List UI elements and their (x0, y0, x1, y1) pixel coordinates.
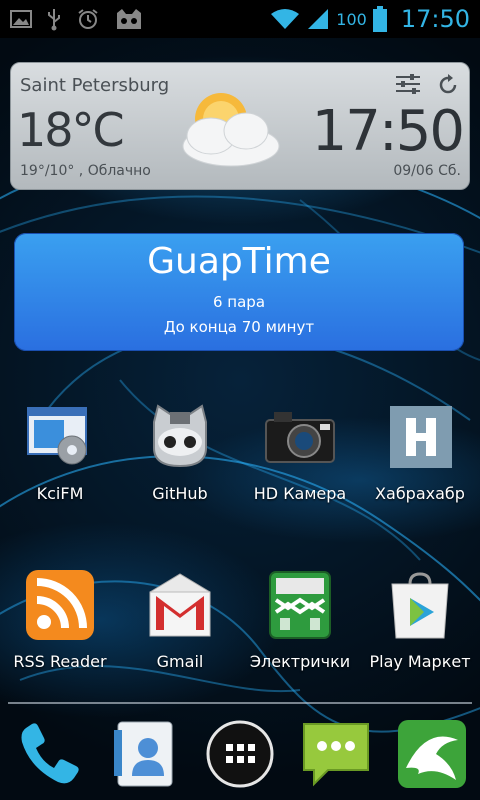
usb-icon (46, 7, 62, 31)
app-rss-reader[interactable]: RSS Reader (0, 570, 120, 671)
battery-percent: 100 (336, 9, 367, 29)
wifi-icon (270, 8, 300, 30)
weather-temperature: 18°C (17, 103, 125, 157)
weather-clock: 17:50 (311, 99, 465, 164)
app-label: HD Камера (253, 484, 347, 503)
signal-icon (306, 8, 330, 30)
app-label: RSS Reader (13, 652, 107, 671)
habrahabr-icon (384, 402, 456, 474)
app-label: GitHub (152, 484, 208, 503)
train-icon (264, 570, 336, 642)
github-octocat-icon (144, 402, 216, 474)
guaptime-widget[interactable]: GuapTime 6 пара До конца 70 минут (14, 233, 464, 351)
partly-cloudy-icon (161, 81, 291, 185)
contacts-icon[interactable] (110, 718, 182, 790)
app-label: Хабрахабр (375, 484, 465, 503)
status-bar: 100 17:50 (0, 0, 480, 38)
app-gmail[interactable]: Gmail (120, 570, 240, 671)
settings-sliders-icon[interactable] (395, 73, 421, 99)
refresh-icon[interactable] (436, 73, 460, 101)
play-store-icon (384, 570, 456, 642)
image-icon (10, 10, 32, 28)
alarm-icon (76, 7, 100, 31)
kcifm-icon (24, 402, 96, 474)
phone-icon[interactable] (12, 718, 84, 790)
cyanogen-icon (114, 7, 144, 31)
rss-icon (24, 570, 96, 642)
app-label: Gmail (156, 652, 204, 671)
app-label: Электрички (249, 652, 351, 671)
app-hd-camera[interactable]: HD Камера (240, 402, 360, 503)
app-play-market[interactable]: Play Маркет (360, 570, 480, 671)
camera-icon (264, 402, 336, 474)
weather-date: 09/06 Сб. (393, 163, 461, 179)
weather-city: Saint Petersburg (20, 75, 170, 96)
app-elektrichki[interactable]: Электрички (240, 570, 360, 671)
app-label: Play Маркет (369, 652, 471, 671)
dock-divider (8, 702, 472, 704)
weather-conditions: 19°/10° , Облачно (20, 163, 151, 179)
gmail-icon (144, 570, 216, 642)
messaging-icon[interactable] (300, 718, 372, 790)
guaptime-title: GuapTime (147, 241, 331, 282)
status-clock: 17:50 (400, 5, 470, 33)
app-github[interactable]: GitHub (120, 402, 240, 503)
app-kcifm[interactable]: KciFM (0, 402, 120, 503)
battery-icon (372, 6, 387, 32)
guaptime-class-number: 6 пара (212, 293, 266, 311)
app-label: KciFM (36, 484, 84, 503)
guaptime-time-remaining: До конца 70 минут (163, 318, 315, 336)
app-habrahabr[interactable]: Хабрахабр (360, 402, 480, 503)
dolphin-browser-icon[interactable] (396, 718, 468, 790)
weather-widget[interactable]: Saint Petersburg 18°C 19°/10° , Облачно … (10, 62, 470, 190)
app-drawer-icon[interactable] (204, 718, 276, 790)
